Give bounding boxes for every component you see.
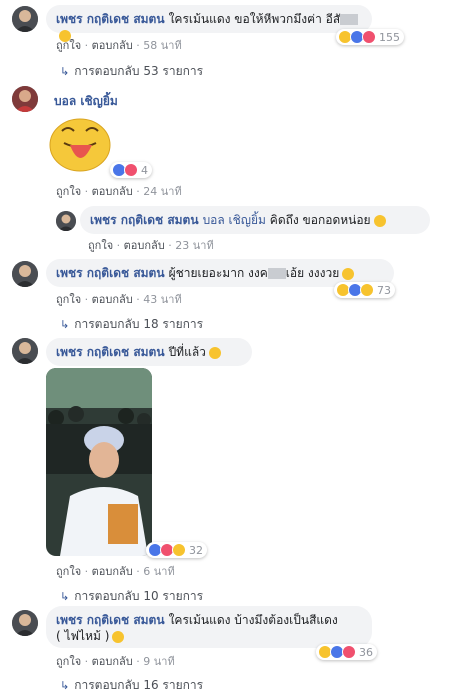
reaction-summary[interactable]: 73 <box>334 282 395 298</box>
avatar[interactable] <box>12 86 38 112</box>
avatar[interactable] <box>12 261 38 287</box>
comment-actions: ถูกใจ · ตอบกลับ · 43 นาที <box>56 293 182 306</box>
love-reaction-icon <box>124 163 138 177</box>
comment-text: ใครเม้นแดง ขอให้หีพวกมึงฅ่า อีสั <box>168 12 341 26</box>
timestamp[interactable]: 43 นาที <box>143 293 181 306</box>
like-link[interactable]: ถูกใจ <box>56 293 81 306</box>
comment-text-line2: ( ไฟไหม้ ) <box>56 629 110 643</box>
laughing-emoji-icon <box>342 267 355 280</box>
reaction-count: 4 <box>141 163 148 177</box>
reply-arrow-icon: ↳ <box>60 590 70 603</box>
censored-text <box>340 14 359 25</box>
comment-text-end: เอ้ย งงงวย <box>285 266 340 280</box>
reply-arrow-icon: ↳ <box>60 318 70 331</box>
love-reaction-icon <box>342 645 356 659</box>
reply-arrow-icon: ↳ <box>60 65 70 78</box>
reaction-count: 155 <box>379 30 400 44</box>
view-replies[interactable]: ↳ การตอบกลับ 16 รายการ <box>60 676 203 695</box>
view-replies-label: การตอบกลับ 10 รายการ <box>74 589 204 603</box>
comment-text: ผู้ชายเยอะมาก งงค <box>168 266 268 280</box>
comment-author[interactable]: เพชร กฤติเดช สมตน <box>56 613 165 627</box>
laughing-emoji-icon <box>208 346 221 359</box>
timestamp[interactable]: 58 นาที <box>143 39 181 52</box>
like-link[interactable]: ถูกใจ <box>88 239 113 252</box>
comment-text: ใครเม้นแดง บ้างมึงต้องเป็นสีแดง <box>168 613 338 627</box>
reaction-summary[interactable]: 155 <box>336 29 404 45</box>
reply-bubble: เพชร กฤติเดช สมตน บอล เชิญยิ้ม คิดถึง ขอก… <box>80 206 430 234</box>
comment-author[interactable]: เพชร กฤติเดช สมตน <box>56 266 165 280</box>
timestamp[interactable]: 6 นาที <box>143 565 174 578</box>
laughing-emoji-icon <box>112 630 125 643</box>
view-replies[interactable]: ↳ การตอบกลับ 53 รายการ <box>60 62 203 81</box>
timestamp[interactable]: 23 นาที <box>175 239 213 252</box>
comment-text: ปีที่แล้ว <box>168 345 206 359</box>
haha-reaction-icon <box>172 543 186 557</box>
smile-emoji-icon <box>373 214 386 227</box>
like-link[interactable]: ถูกใจ <box>56 39 81 52</box>
reaction-count: 32 <box>189 543 203 557</box>
reply-link[interactable]: ตอบกลับ <box>92 39 133 52</box>
reply-author[interactable]: เพชร กฤติเดช สมตน <box>90 213 199 227</box>
avatar[interactable] <box>56 211 76 231</box>
reply-text: คิดถึง ขอกอดหน่อย <box>269 213 371 227</box>
like-link[interactable]: ถูกใจ <box>56 655 81 668</box>
view-replies-label: การตอบกลับ 53 รายการ <box>74 64 204 78</box>
reaction-summary[interactable]: 36 <box>316 644 377 660</box>
avatar[interactable] <box>12 6 38 32</box>
view-replies-label: การตอบกลับ 18 รายการ <box>74 317 204 331</box>
reply-link[interactable]: ตอบกลับ <box>92 293 133 306</box>
reaction-count: 73 <box>377 283 391 297</box>
reply-link[interactable]: ตอบกลับ <box>92 655 133 668</box>
reply-link[interactable]: ตอบกลับ <box>92 185 133 198</box>
comment-actions: ถูกใจ · ตอบกลับ · 24 นาที <box>56 185 182 198</box>
reaction-count: 36 <box>359 645 373 659</box>
comment-author[interactable]: เพชร กฤติเดช สมตน <box>56 12 165 26</box>
avatar[interactable] <box>12 338 38 364</box>
reaction-summary[interactable]: 32 <box>146 542 207 558</box>
censored-text <box>267 268 286 279</box>
view-replies[interactable]: ↳ การตอบกลับ 10 รายการ <box>60 587 203 606</box>
reply-link[interactable]: ตอบกลับ <box>92 565 133 578</box>
comment-bubble: เพชร กฤติเดช สมตน ปีที่แล้ว <box>46 338 252 366</box>
reply-arrow-icon: ↳ <box>60 679 70 692</box>
comment-actions: ถูกใจ · ตอบกลับ · 6 นาที <box>56 565 175 578</box>
comment-author[interactable]: บอล เชิญยิ้ม <box>54 92 118 111</box>
comment-bubble: เพชร กฤติเดช สมตน ใครเม้นแดง ขอให้หีพวกมึ… <box>46 5 372 42</box>
avatar[interactable] <box>12 610 38 636</box>
sticker-tongue-face <box>48 113 112 173</box>
mention[interactable]: บอล เชิญยิ้ม <box>203 213 266 227</box>
comment-actions: ถูกใจ · ตอบกลับ · 58 นาที <box>56 39 182 52</box>
reaction-summary[interactable]: 4 <box>110 162 152 178</box>
timestamp[interactable]: 24 นาที <box>143 185 181 198</box>
comment-actions: ถูกใจ · ตอบกลับ · 9 นาที <box>56 655 175 668</box>
comment-author[interactable]: เพชร กฤติเดช สมตน <box>56 345 165 359</box>
wow-reaction-icon <box>360 283 374 297</box>
like-link[interactable]: ถูกใจ <box>56 565 81 578</box>
like-link[interactable]: ถูกใจ <box>56 185 81 198</box>
view-replies[interactable]: ↳ การตอบกลับ 18 รายการ <box>60 315 203 334</box>
reply-link[interactable]: ตอบกลับ <box>124 239 165 252</box>
reply-actions: ถูกใจ · ตอบกลับ · 23 นาที <box>88 239 214 252</box>
comment-bubble: เพชร กฤติเดช สมตน ใครเม้นแดง บ้างมึงต้องเ… <box>46 606 372 648</box>
timestamp[interactable]: 9 นาที <box>143 655 174 668</box>
attached-photo[interactable] <box>46 368 152 556</box>
love-reaction-icon <box>362 30 376 44</box>
